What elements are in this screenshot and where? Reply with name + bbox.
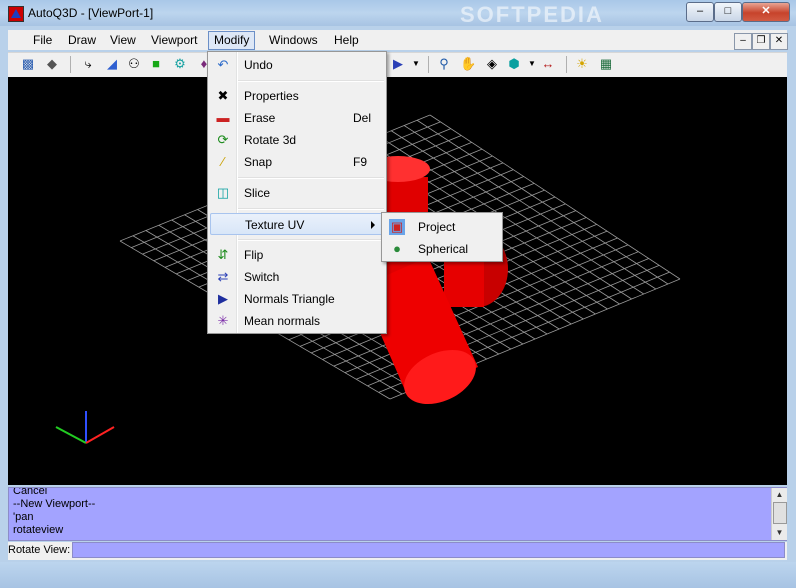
menu-item-label: Properties — [244, 89, 299, 103]
menu-item-label: Undo — [244, 58, 273, 72]
submenu-item-spherical[interactable]: ● Spherical — [384, 238, 500, 260]
eraser-tool-icon[interactable]: ◆ — [44, 56, 60, 72]
mdi-close-button[interactable]: ✕ — [770, 33, 788, 50]
viewport-canvas[interactable] — [8, 77, 787, 485]
menu-item-erase[interactable]: ▬ Erase Del — [210, 107, 384, 129]
menu-draw[interactable]: Draw — [63, 32, 101, 49]
status-label: Rotate View: — [8, 544, 71, 556]
polyline-tool-icon[interactable]: ⤷ — [80, 56, 96, 72]
normals-triangle-icon: ▶ — [218, 291, 228, 306]
scroll-thumb[interactable] — [773, 502, 787, 524]
watermark: SOFTPEDIA — [460, 2, 604, 27]
normals-tool-icon[interactable]: ▶ — [390, 56, 406, 72]
chevron-down-icon[interactable]: ▼ — [408, 56, 424, 72]
menu-item-snap[interactable]: ∕ Snap F9 — [210, 151, 384, 173]
menu-item-flip[interactable]: ⇵ Flip — [210, 244, 384, 266]
maximize-button[interactable]: □ — [714, 2, 742, 22]
cube-view-icon[interactable]: ⬢ — [506, 56, 522, 72]
command-line: Cancel — [13, 487, 48, 497]
globe-icon: ● — [393, 241, 401, 256]
shortcut-label: Del — [353, 111, 372, 125]
project-texture-icon: ▣ — [389, 219, 405, 235]
texture-uv-submenu: ▣ Project ● Spherical — [381, 212, 503, 262]
menu-item-label: Rotate 3d — [244, 133, 297, 147]
mdi-restore-button[interactable]: ❐ — [752, 33, 770, 50]
menu-item-label: Erase — [244, 111, 276, 125]
rotate-3d-icon: ⟳ — [217, 132, 229, 147]
menu-item-properties[interactable]: ✖ Properties — [210, 85, 384, 107]
submenu-item-project[interactable]: ▣ Project — [384, 216, 500, 238]
flip-icon: ⇵ — [217, 247, 229, 262]
gear-icon[interactable]: ⚙ — [172, 56, 188, 72]
3d-viewport[interactable] — [8, 77, 787, 485]
command-input[interactable] — [72, 542, 785, 558]
axis-gizmo — [55, 411, 115, 444]
open-folder-icon[interactable]: ▩ — [20, 56, 36, 72]
menu-item-rotate-3d[interactable]: ⟳ Rotate 3d — [210, 129, 384, 151]
tools-icon: ✖ — [217, 88, 229, 103]
menu-viewport[interactable]: Viewport — [146, 32, 202, 49]
command-line: 'pan — [13, 511, 34, 523]
grid-line — [403, 125, 657, 290]
submenu-item-label: Project — [418, 220, 456, 234]
menu-item-mean-normals[interactable]: ✳ Mean normals — [210, 310, 384, 332]
menu-item-switch[interactable]: ⇄ Switch — [210, 266, 384, 288]
window-title: AutoQ3D - [ViewPort-1] — [28, 6, 154, 20]
menu-item-normals-triangle[interactable]: ▶ Normals Triangle — [210, 288, 384, 310]
shortcut-label: F9 — [353, 155, 368, 169]
scroll-down-icon[interactable]: ▼ — [772, 526, 787, 539]
menu-item-label: Switch — [244, 270, 280, 284]
mdi-minimize-button[interactable]: – — [734, 33, 752, 50]
menu-item-label: Mean normals — [244, 314, 321, 328]
undo-icon: ↶ — [217, 57, 229, 72]
menu-item-label: Normals Triangle — [244, 292, 335, 306]
menu-modify[interactable]: Modify — [208, 31, 256, 50]
command-scrollbar[interactable]: ▲ ▼ — [771, 488, 787, 540]
menu-windows[interactable]: Windows — [264, 32, 323, 49]
menu-item-label: Slice — [244, 186, 271, 200]
dimension-tool-icon[interactable]: ↔ — [540, 56, 556, 72]
color-tool-icon[interactable]: ◢ — [104, 56, 120, 72]
mean-normals-icon: ✳ — [217, 313, 229, 328]
snap-icon: ∕ — [221, 154, 225, 169]
menu-item-slice[interactable]: ◫ Slice — [210, 182, 384, 204]
scroll-up-icon[interactable]: ▲ — [772, 488, 787, 501]
slice-icon: ◫ — [216, 185, 230, 200]
close-button[interactable]: ✕ — [742, 2, 790, 22]
menu-help[interactable]: Help — [329, 32, 364, 49]
command-line: rotateview — [13, 524, 64, 536]
grid-settings-icon[interactable]: ▦ — [598, 56, 614, 72]
minimize-button[interactable]: – — [686, 2, 714, 22]
menu-item-label: Snap — [244, 155, 273, 169]
submenu-item-label: Spherical — [418, 242, 469, 256]
green-box-icon[interactable]: ■ — [148, 56, 164, 72]
menu-file[interactable]: File — [28, 32, 57, 49]
modify-dropdown-menu: ↶ Undo ✖ Properties ▬ Erase Del ⟳ Rotate… — [207, 51, 387, 334]
submenu-arrow-icon — [371, 221, 375, 229]
pan-hand-icon[interactable]: ✋ — [460, 56, 476, 72]
eraser-icon: ▬ — [216, 110, 230, 125]
chevron-down-icon[interactable]: ▼ — [524, 56, 540, 72]
window-frame-bottom — [0, 562, 796, 588]
menu-bar: File Draw View Viewport Modify Windows H… — [8, 30, 787, 50]
sun-render-icon[interactable]: ☀ — [574, 56, 590, 72]
switch-icon: ⇄ — [217, 269, 229, 284]
menu-item-label: Flip — [244, 248, 264, 262]
menu-view[interactable]: View — [105, 32, 141, 49]
zoom-icon[interactable]: ⚲ — [436, 56, 452, 72]
menu-item-label: Texture UV — [245, 218, 305, 232]
shield-view-icon[interactable]: ◈ — [484, 56, 500, 72]
command-history[interactable]: Cancel --New Viewport-- 'pan rotateview — [8, 487, 787, 541]
menu-item-texture-uv[interactable]: Texture UV — [210, 213, 384, 235]
command-line: --New Viewport-- — [13, 498, 96, 510]
menu-item-undo[interactable]: ↶ Undo — [210, 54, 384, 76]
tag-tool-icon[interactable]: ⚇ — [126, 56, 142, 72]
app-logo-icon[interactable] — [8, 6, 24, 22]
